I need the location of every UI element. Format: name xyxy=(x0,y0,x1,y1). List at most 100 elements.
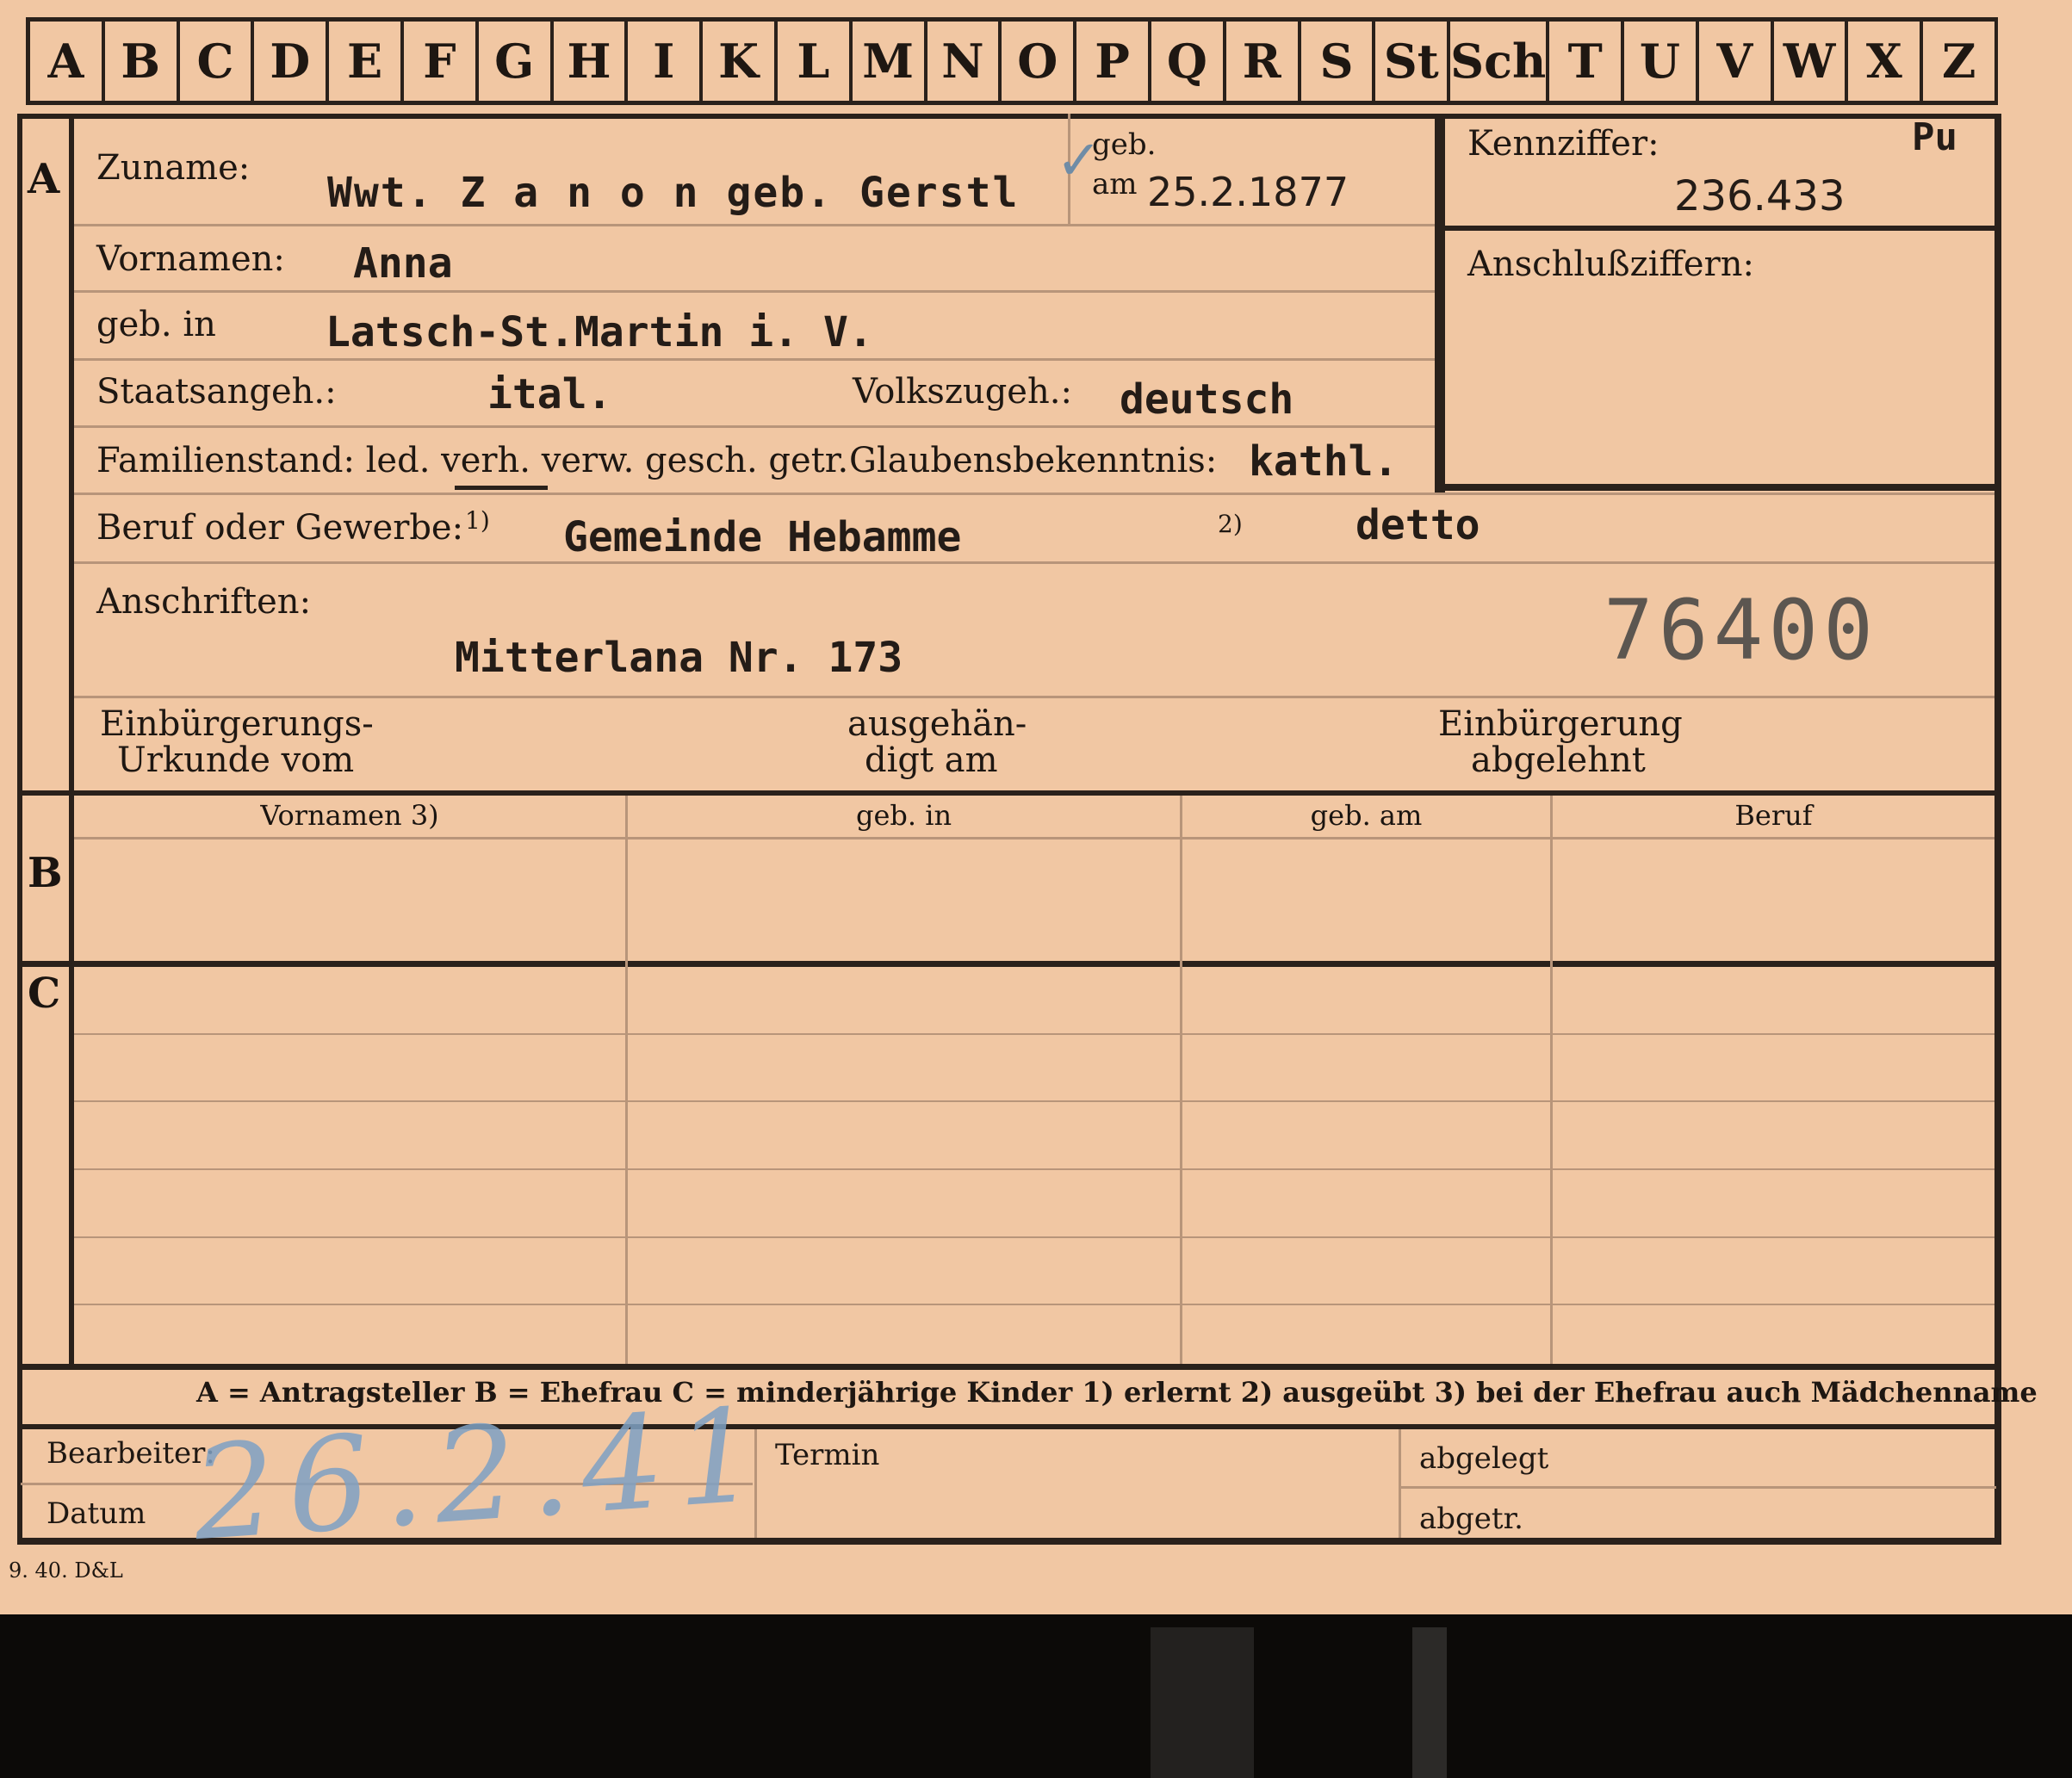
frame-right xyxy=(1994,114,2001,1543)
col-header-beruf: Beruf xyxy=(1734,799,1813,832)
anschriften-label: Anschriften: xyxy=(96,582,312,622)
registration-card: A B C D E F G H I K L M N O P Q R S St Sch T U V W X Z A B C Zuna… xyxy=(0,0,2072,1614)
stamp-number: 76400 xyxy=(1604,582,1878,678)
abgetr-label: abgetr. xyxy=(1419,1502,1523,1536)
col-header-gebin: geb. in xyxy=(855,799,952,832)
footer-col-2 xyxy=(1399,1429,1401,1538)
ausgehaendigt-label-2: digt am xyxy=(865,740,998,780)
c-row-1 xyxy=(74,1033,1994,1035)
section-c-top xyxy=(21,961,1996,967)
geb-label: geb. xyxy=(1092,127,1157,162)
vornamen-value: Anna xyxy=(353,239,453,288)
urkunde-label-1: Einbürgerungs- xyxy=(100,704,374,744)
rule-1 xyxy=(74,224,1435,226)
beruf-mark-1: 1) xyxy=(465,506,490,535)
alphabet-tab: Q xyxy=(1151,22,1226,101)
staat-label: Staatsangeh.: xyxy=(96,372,337,412)
section-letter-c: C xyxy=(28,970,61,1018)
section-b-top xyxy=(21,790,1996,796)
alphabet-tab: B xyxy=(105,22,180,101)
alphabet-tab: D xyxy=(254,22,330,101)
alphabet-tab: Sch xyxy=(1450,22,1550,101)
volk-label: Volkszugeh.: xyxy=(853,372,1072,412)
beruf-value-2: detto xyxy=(1355,501,1480,549)
alphabet-tab: A xyxy=(30,22,105,101)
zuname-value: Wwt. Z a n o n geb. Gerstl xyxy=(327,169,1020,217)
print-code: 9. 40. D&L xyxy=(9,1558,123,1583)
col-header-gebam: geb. am xyxy=(1310,799,1423,832)
familienstand-underline xyxy=(455,486,548,490)
ausgehaendigt-label-1: ausgehän- xyxy=(847,704,1027,744)
alphabet-tab: W xyxy=(1774,22,1849,101)
abgelehnt-label-1: Einbürgerung xyxy=(1438,704,1683,744)
zuname-label: Zuname: xyxy=(96,148,251,188)
col-header-vornamen: Vornamen 3) xyxy=(260,799,439,832)
kennziffer-label: Kennziffer: xyxy=(1467,124,1659,164)
table-header-rule xyxy=(74,837,1994,839)
alphabet-tab: N xyxy=(927,22,1002,101)
alphabet-tab: T xyxy=(1549,22,1625,101)
section-letter-b: B xyxy=(28,849,63,897)
section-column-divider xyxy=(69,114,74,1364)
rule-6 xyxy=(74,561,1994,564)
rule-7 xyxy=(74,696,1994,698)
geb-am-value: 25.2.1877 xyxy=(1147,169,1349,215)
kennziffer-code: Pu xyxy=(1912,115,1957,159)
alphabet-tab: X xyxy=(1848,22,1924,101)
rule-4 xyxy=(74,425,1435,428)
legend-top xyxy=(21,1364,1996,1370)
volk-value: deutsch xyxy=(1120,375,1294,424)
rule-3 xyxy=(74,358,1435,361)
c-row-2 xyxy=(74,1100,1994,1102)
col-line-3 xyxy=(1550,796,1553,1364)
alphabet-tab: H xyxy=(554,22,629,101)
beruf-value: Gemeinde Hebamme xyxy=(563,513,962,561)
alphabet-tab: St xyxy=(1375,22,1451,101)
anschriften-value: Mitterlana Nr. 173 xyxy=(455,634,903,682)
col-line-2 xyxy=(1180,796,1182,1364)
abgelehnt-label-2: abgelehnt xyxy=(1471,740,1646,780)
alphabet-tab: P xyxy=(1076,22,1151,101)
alphabet-tab: L xyxy=(778,22,853,101)
gebin-label: geb. in xyxy=(96,305,216,344)
am-label: am xyxy=(1092,167,1138,201)
alphabet-tab: O xyxy=(1002,22,1077,101)
gebin-value: Latsch-St.Martin i. V. xyxy=(326,308,873,356)
alphabet-tab: F xyxy=(404,22,479,101)
col-line-1 xyxy=(625,796,628,1364)
c-row-3 xyxy=(74,1168,1994,1170)
datum-label: Datum xyxy=(47,1496,146,1531)
staat-value: ital. xyxy=(487,370,612,418)
abgelegt-label: abgelegt xyxy=(1419,1441,1549,1476)
rule-5 xyxy=(74,493,1994,495)
alphabet-tab: K xyxy=(703,22,778,101)
glaube-value: kathl. xyxy=(1249,437,1399,486)
alphabet-tab: R xyxy=(1226,22,1301,101)
alphabet-tab: V xyxy=(1699,22,1774,101)
termin-label: Termin xyxy=(775,1438,880,1472)
c-row-5 xyxy=(74,1304,1994,1305)
glaube-label: Glaubensbekenntnis: xyxy=(849,441,1218,480)
alphabet-tab: U xyxy=(1624,22,1699,101)
kennziffer-value: 236.433 xyxy=(1674,172,1846,220)
anschluss-label: Anschlußziffern: xyxy=(1467,245,1754,284)
vornamen-label: Vornamen: xyxy=(96,239,285,279)
familienstand-label: Familienstand: led. verh. verw. gesch. g… xyxy=(96,441,849,480)
alphabet-tab: M xyxy=(853,22,927,101)
urkunde-label-2: Urkunde vom xyxy=(117,740,355,780)
alphabet-tab: G xyxy=(479,22,554,101)
beruf-mark-2: 2) xyxy=(1218,510,1243,538)
alphabet-tab: C xyxy=(180,22,255,101)
alphabet-tab: S xyxy=(1301,22,1376,101)
section-letter-a: A xyxy=(28,155,60,203)
alphabet-tab: Z xyxy=(1923,22,1999,101)
beruf-label: Beruf oder Gewerbe: xyxy=(96,508,464,548)
rule-2 xyxy=(74,290,1435,293)
alphabet-index-strip: A B C D E F G H I K L M N O P Q R S St Sch T U V W X Z xyxy=(26,17,1999,105)
footer-rule-right xyxy=(1400,1486,1996,1489)
alphabet-tab: I xyxy=(628,22,704,101)
alphabet-tab: E xyxy=(329,22,404,101)
background-shadow-2 xyxy=(1412,1627,1447,1778)
kennziffer-box-bottom xyxy=(1435,484,1996,491)
kennziffer-box-divider xyxy=(1445,226,1996,231)
